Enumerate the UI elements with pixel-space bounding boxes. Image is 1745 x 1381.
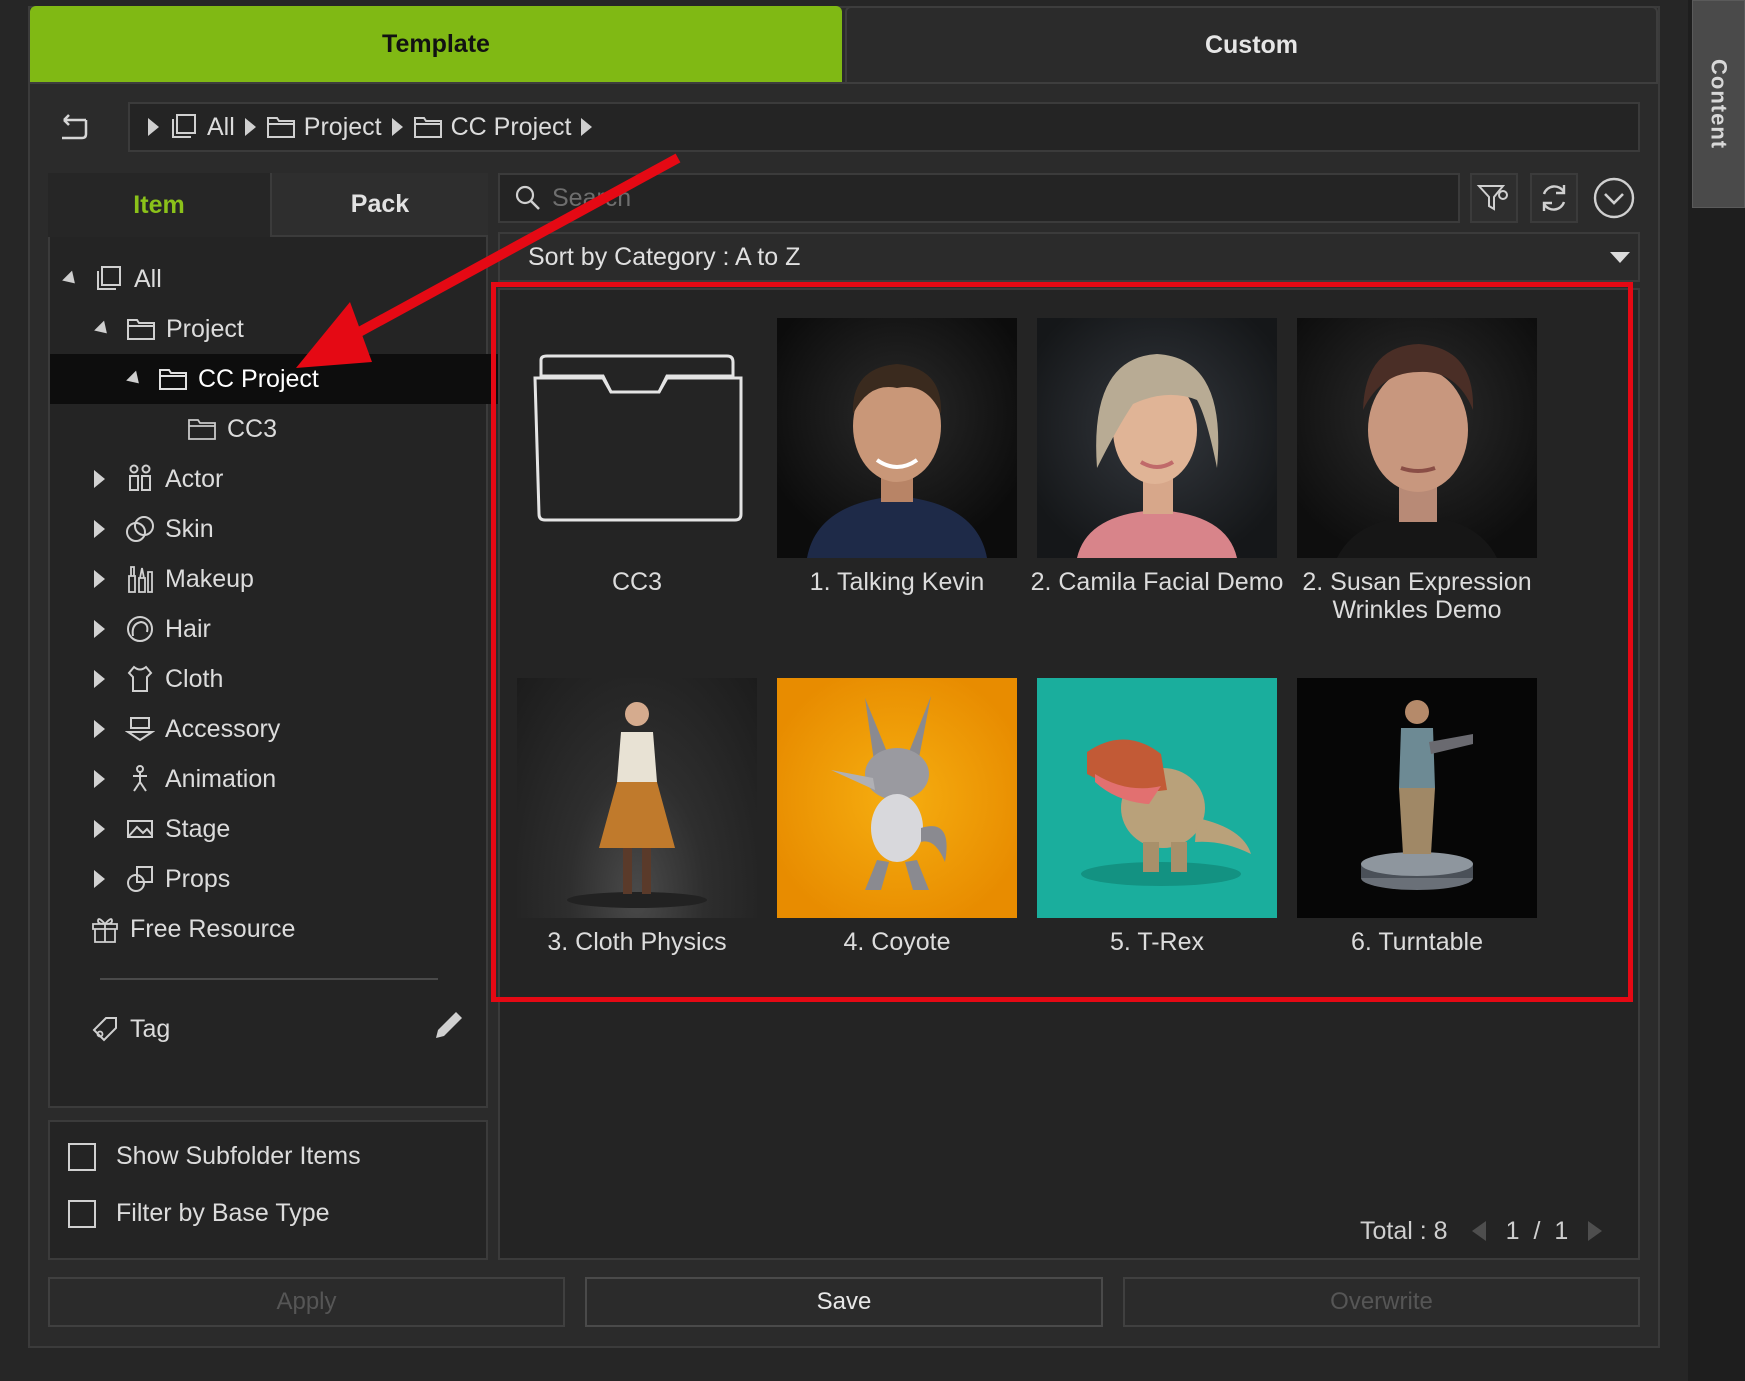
- current-page: 1: [1505, 1216, 1520, 1245]
- page-separator: /: [1533, 1216, 1541, 1245]
- prev-page-icon[interactable]: [1471, 1221, 1486, 1241]
- pagination: Total : 8 1 / 1: [1360, 1215, 1603, 1247]
- save-button[interactable]: Save: [585, 1277, 1103, 1327]
- page-count: 1: [1554, 1216, 1569, 1245]
- overwrite-button[interactable]: Overwrite: [1123, 1277, 1640, 1327]
- annotation-arrow: [296, 153, 681, 368]
- next-page-icon[interactable]: [1588, 1221, 1603, 1241]
- total-count: Total : 8: [1360, 1216, 1448, 1245]
- apply-button[interactable]: Apply: [48, 1277, 565, 1327]
